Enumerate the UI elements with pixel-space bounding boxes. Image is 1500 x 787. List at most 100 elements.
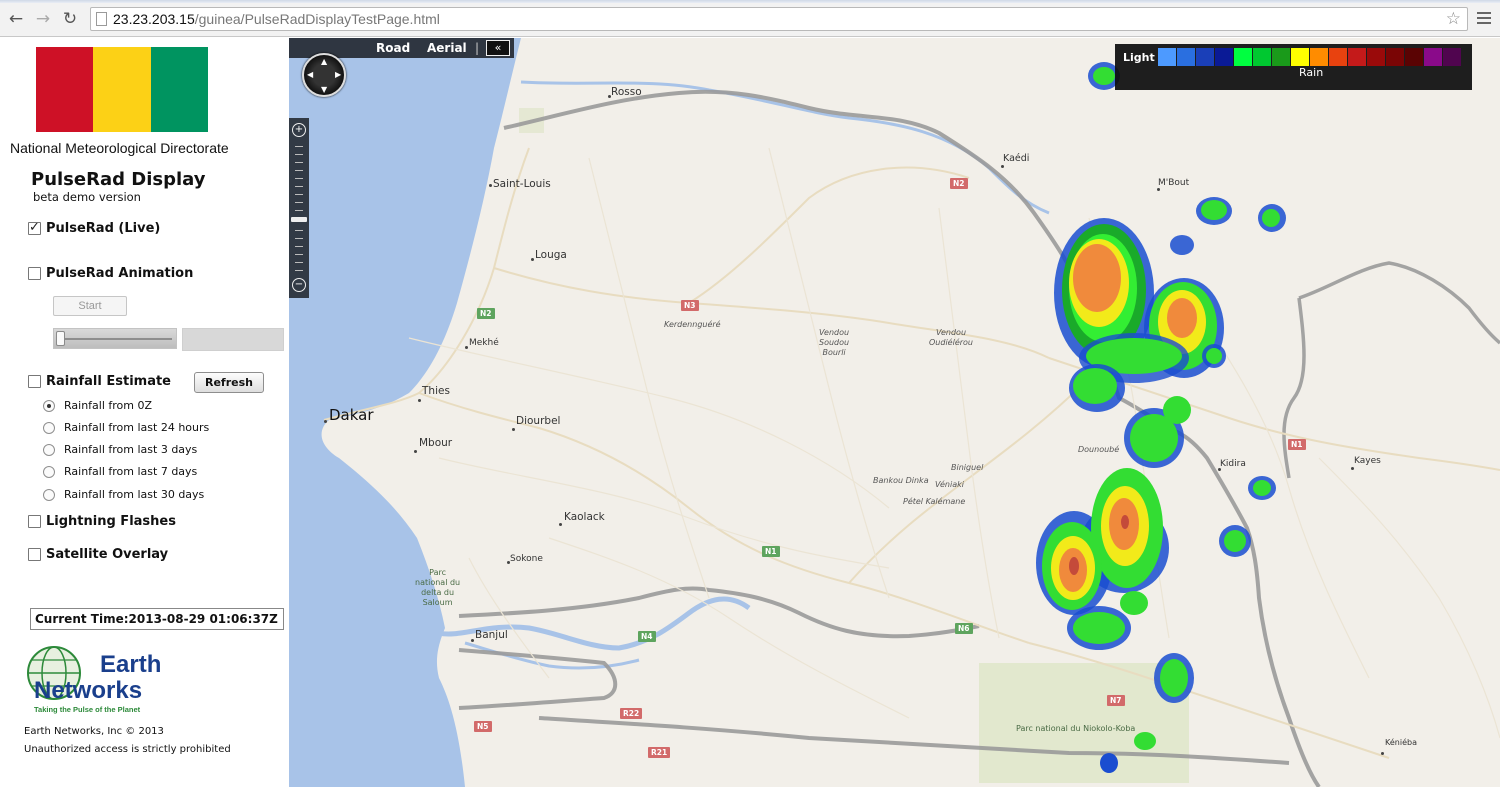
rainfall-option[interactable]: Rainfall from 0Z: [43, 399, 152, 412]
radio-button[interactable]: [43, 488, 55, 501]
place-line: Soudou: [819, 338, 850, 347]
city-dot: [324, 420, 327, 423]
zoom-tick: [295, 246, 303, 247]
refresh-button[interactable]: Refresh: [194, 372, 264, 393]
logo-tagline: Taking the Pulse of the Planet: [34, 705, 141, 714]
place-petel: Pétel Kalémane: [903, 497, 966, 506]
park-line: Parc: [429, 568, 446, 577]
pulserad-live-toggle[interactable]: PulseRad (Live): [28, 220, 160, 236]
flag-stripe-green: [150, 47, 208, 132]
legend-swatch: [1215, 48, 1233, 66]
road-shield: N1: [1288, 439, 1306, 450]
rainfall-estimate-toggle[interactable]: Rainfall Estimate: [28, 374, 171, 389]
road-shield: N4: [638, 631, 656, 642]
legend-rain-label: Rain: [1299, 66, 1324, 79]
city-rosso: Rosso: [611, 86, 642, 98]
flag-stripe-red: [36, 47, 94, 132]
rainfall-estimate-label: Rainfall Estimate: [46, 374, 171, 389]
city-kayes: Kayes: [1354, 456, 1381, 466]
road-shield: N2: [950, 178, 968, 189]
start-button[interactable]: Start: [53, 296, 127, 316]
zoom-control: + −: [289, 118, 309, 298]
forward-button[interactable]: →: [33, 9, 53, 29]
pan-compass-icon[interactable]: ▲ ▼ ◀ ▶: [302, 53, 346, 97]
city-dot: [531, 258, 534, 261]
org-name: National Meteorological Directorate: [10, 140, 229, 156]
zoom-slider-handle[interactable]: [291, 217, 307, 222]
collapse-nav-button[interactable]: «: [486, 40, 510, 56]
lightning-toggle[interactable]: Lightning Flashes: [28, 514, 176, 529]
rainfall-estimate-checkbox[interactable]: [28, 375, 41, 388]
place-veniaki: Véniaki: [935, 480, 964, 489]
reload-button[interactable]: ↻: [60, 9, 80, 29]
zoom-tick: [295, 230, 303, 231]
rainfall-option-label: Rainfall from last 7 days: [64, 465, 198, 478]
road-shield: N1: [762, 546, 780, 557]
rainfall-option[interactable]: Rainfall from last 24 hours: [43, 421, 209, 434]
lightning-checkbox[interactable]: [28, 515, 41, 528]
rain-legend: Light Rain: [1115, 44, 1472, 90]
city-mbout: M'Bout: [1158, 178, 1190, 188]
legend-swatch: [1424, 48, 1442, 66]
back-button[interactable]: ←: [6, 9, 26, 29]
rainfall-option-label: Rainfall from 0Z: [64, 399, 153, 412]
place-dounoube: Dounoubé: [1078, 445, 1120, 454]
legend-swatch: [1234, 48, 1252, 66]
rainfall-option[interactable]: Rainfall from last 7 days: [43, 465, 197, 478]
unauthorized-text: Unauthorized access is strictly prohibit…: [24, 744, 231, 755]
page-icon: [96, 12, 107, 26]
browser-toolbar: ← → ↻ 23.23.203.15/guinea/PulseRadDispla…: [0, 0, 1500, 37]
logo-word-earth: Earth: [100, 651, 161, 678]
map-type-aerial[interactable]: Aerial: [427, 41, 467, 55]
legend-swatch: [1291, 48, 1309, 66]
zoom-in-icon[interactable]: +: [292, 123, 306, 137]
pulserad-animation-toggle[interactable]: PulseRad Animation: [28, 266, 193, 281]
zoom-tick: [295, 238, 303, 239]
slider-thumb[interactable]: [56, 331, 65, 346]
zoom-out-icon[interactable]: −: [292, 278, 306, 292]
radio-button[interactable]: [43, 421, 55, 434]
pulserad-live-checkbox[interactable]: [28, 220, 41, 235]
park-line: national du: [415, 578, 461, 587]
legend-swatch: [1443, 48, 1461, 66]
url-host: 23.23.203.15: [113, 11, 195, 27]
city-kidira: Kidira: [1220, 459, 1246, 469]
legend-swatch: [1348, 48, 1366, 66]
lightning-label: Lightning Flashes: [46, 514, 176, 529]
city-dot: [1001, 165, 1004, 168]
animation-slider[interactable]: [53, 328, 177, 349]
rainfall-option[interactable]: Rainfall from last 3 days: [43, 443, 197, 456]
map-type-road[interactable]: Road: [376, 41, 410, 55]
zoom-tick: [295, 270, 303, 271]
rainfall-option-label: Rainfall from last 30 days: [64, 488, 205, 501]
road-shield: R21: [648, 747, 671, 758]
city-dakar: Dakar: [329, 406, 374, 424]
address-bar[interactable]: 23.23.203.15/guinea/PulseRadDisplayTestP…: [90, 7, 1468, 31]
city-mbour: Mbour: [419, 437, 453, 449]
menu-icon[interactable]: [1476, 10, 1492, 26]
satellite-checkbox[interactable]: [28, 548, 41, 561]
pulserad-animation-label: PulseRad Animation: [46, 266, 194, 281]
zoom-tick: [295, 178, 303, 179]
park-line: Saloum: [422, 598, 453, 607]
url-text[interactable]: 23.23.203.15/guinea/PulseRadDisplayTestP…: [113, 11, 440, 27]
pulserad-animation-checkbox[interactable]: [28, 267, 41, 280]
map-canvas[interactable]: Dakar Rosso Saint-Louis Louga Mekhé Thie…: [289, 38, 1500, 787]
bookmark-star-icon[interactable]: ☆: [1446, 9, 1461, 29]
legend-light-label: Light: [1123, 51, 1155, 64]
zoom-tick: [295, 170, 303, 171]
road-shield: N6: [955, 623, 973, 634]
city-kenieba: Kéniéba: [1385, 738, 1417, 747]
app-subtitle: beta demo version: [33, 190, 141, 204]
city-dot: [465, 346, 468, 349]
rainfall-option[interactable]: Rainfall from last 30 days: [43, 488, 204, 501]
legend-swatch: [1367, 48, 1385, 66]
zoom-tick: [295, 262, 303, 263]
radio-button[interactable]: [43, 465, 55, 478]
radio-button[interactable]: [43, 399, 55, 412]
radio-button[interactable]: [43, 443, 55, 456]
place-bankou-dinka: Bankou Dinka: [873, 476, 929, 485]
satellite-toggle[interactable]: Satellite Overlay: [28, 547, 168, 562]
earth-networks-logo: Earth Networks Taking the Pulse of the P…: [22, 646, 192, 718]
zoom-tick: [295, 146, 303, 147]
